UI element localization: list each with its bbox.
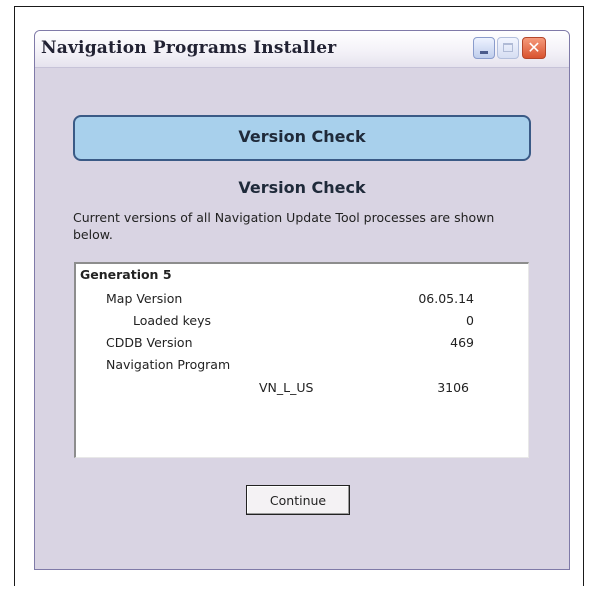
installer-window: Navigation Programs Installer ✕ Version … xyxy=(34,30,570,570)
minimize-button[interactable] xyxy=(473,37,495,59)
continue-button[interactable]: Continue xyxy=(246,485,350,515)
maximize-icon xyxy=(503,43,513,52)
program-value: 3106 xyxy=(437,380,469,395)
cddb-version-value: 469 xyxy=(450,335,474,350)
navigation-program-label: Navigation Program xyxy=(106,357,231,372)
close-button[interactable]: ✕ xyxy=(522,37,546,59)
close-icon: ✕ xyxy=(527,38,541,57)
minimize-icon xyxy=(480,51,488,54)
loaded-keys-label: Loaded keys xyxy=(133,313,211,328)
description-text: Current versions of all Navigation Updat… xyxy=(73,210,495,242)
program-name: VN_L_US xyxy=(259,380,314,395)
map-version-label: Map Version xyxy=(106,291,183,306)
title-bar[interactable]: Navigation Programs Installer ✕ xyxy=(35,31,569,68)
versions-listbox[interactable]: Generation 5 Map Version 06.05.14 Loaded… xyxy=(74,262,529,458)
cddb-version-label: CDDB Version xyxy=(106,335,193,350)
version-check-banner: Version Check xyxy=(73,115,531,161)
maximize-button[interactable] xyxy=(497,37,519,59)
window-title: Navigation Programs Installer xyxy=(41,38,337,58)
section-title: Version Check xyxy=(238,178,366,197)
generation-label: Generation 5 xyxy=(80,267,172,282)
loaded-keys-value: 0 xyxy=(466,313,474,328)
map-version-value: 06.05.14 xyxy=(418,291,474,306)
